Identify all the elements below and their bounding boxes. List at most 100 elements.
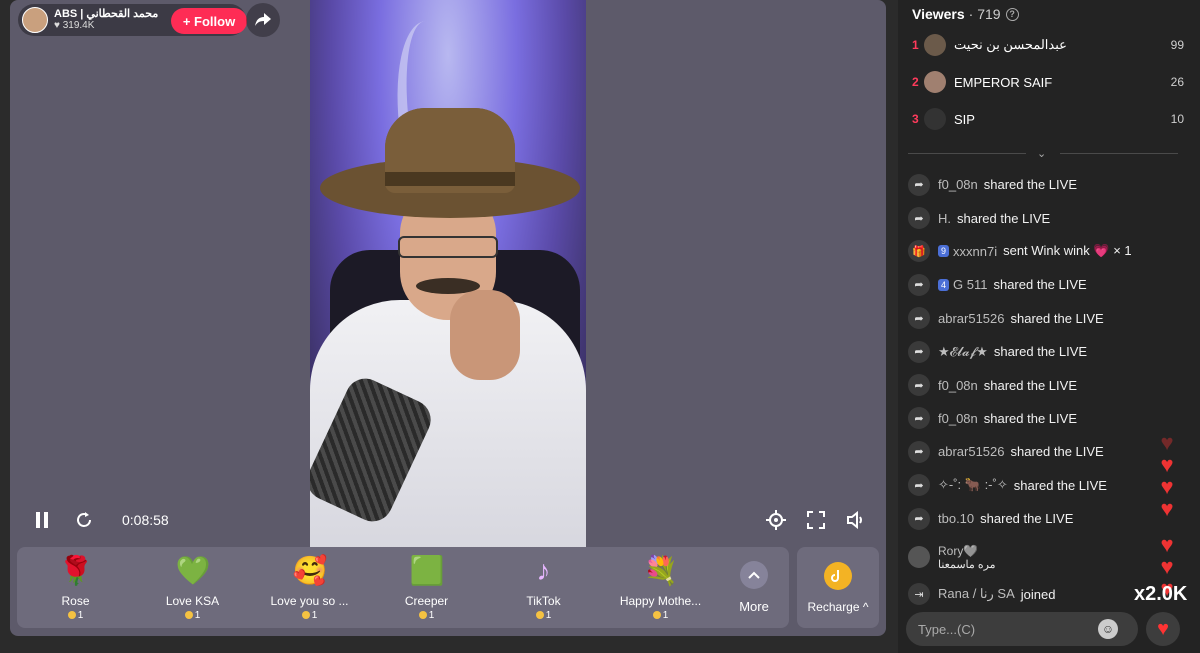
heart-icon: ♥: [1160, 474, 1174, 499]
viewer-rank: 1: [912, 38, 919, 52]
fullscreen-icon: [807, 511, 825, 529]
chat-username[interactable]: ★𝓔𝓵𝓪𝓯★: [938, 344, 988, 360]
level-badge: 4: [938, 278, 950, 291]
chat-username[interactable]: xxxnn7i: [953, 244, 997, 259]
host-profile[interactable]: ABS | محمد القحطاني ♥ 319.4K + Follow: [18, 4, 247, 36]
commenter-avatar[interactable]: [908, 546, 930, 569]
chat-action: shared the LIVE: [957, 210, 1051, 226]
viewer-rank: 3: [912, 112, 919, 126]
chat-username[interactable]: abrar51526: [938, 444, 1005, 459]
gift-happy-mothers[interactable]: 💐 Happy Mothe... 1: [602, 554, 719, 621]
host-likes-count: 319.4K: [62, 20, 95, 31]
chat-username[interactable]: f0_08n: [938, 411, 978, 426]
heart-icon: ♥: [54, 20, 60, 31]
refresh-icon: [77, 512, 91, 527]
chat-username[interactable]: H.: [938, 211, 951, 226]
gift-price: 1: [652, 610, 668, 621]
pause-button[interactable]: [30, 508, 54, 532]
chat-username[interactable]: f0_08n: [938, 177, 978, 192]
gift-name: Rose: [61, 594, 90, 608]
share-icon: ➦: [908, 207, 930, 230]
gift-price: 1: [67, 610, 83, 621]
chat-action: joined: [1020, 586, 1056, 602]
chat-username[interactable]: ✧-˚: 🐂 :-˚✧: [938, 477, 1008, 493]
heart-icon: ♥: [1160, 554, 1174, 579]
tiktok-icon: ♪: [536, 555, 551, 586]
smiling-face-hearts-icon: 🥰: [292, 555, 328, 586]
view-controls: [764, 508, 868, 532]
viewer-name: SIP: [954, 111, 975, 127]
chat-username[interactable]: tbo.10: [938, 511, 974, 526]
chat-action: shared the LIVE: [993, 277, 1087, 293]
chat-username[interactable]: f0_08n: [938, 378, 978, 393]
gift-tiktok[interactable]: ♪ TikTok 1: [485, 554, 602, 621]
share-icon: ➦: [908, 173, 930, 196]
gift-name: Love KSA: [165, 594, 220, 608]
host-likes: ♥ 319.4K: [54, 20, 158, 32]
divider: [1060, 153, 1178, 154]
gift-name: TikTok: [526, 594, 561, 608]
rose-icon: 🌹: [58, 555, 94, 586]
viewers-header: Viewers · 719 ?: [912, 6, 1019, 22]
gift-creeper[interactable]: 🟩 Creeper 1: [368, 554, 485, 621]
viewer-rank: 2: [912, 75, 919, 89]
follow-button[interactable]: + Follow: [171, 8, 247, 34]
like-multiplier: x2.0K: [1134, 583, 1188, 605]
heart-icon: ♥: [1160, 532, 1174, 557]
fullscreen-button[interactable]: [804, 508, 828, 532]
more-gifts-button[interactable]: More: [719, 561, 789, 614]
heart-icon: ♥: [1157, 617, 1169, 640]
host-avatar[interactable]: [22, 7, 48, 33]
share-icon: ➦: [908, 374, 930, 397]
top-viewer-row[interactable]: 1 عبدالمحسن بن نحيت 99: [912, 33, 1184, 57]
gift-price: 1: [535, 610, 551, 621]
live-video[interactable]: [310, 0, 586, 547]
top-viewer-row[interactable]: 3 SIP 10: [912, 107, 1184, 131]
gift-name: Love you so ...: [270, 594, 349, 608]
chat-action: shared the LIVE: [1013, 477, 1107, 493]
chat-username[interactable]: Rory🩶: [938, 544, 996, 558]
chat-username[interactable]: Rana / رنا SA: [938, 586, 1015, 602]
gift-love-you-so[interactable]: 🥰 Love you so ... 1: [251, 554, 368, 621]
settings-icon: [766, 510, 786, 530]
divider: [908, 153, 1026, 154]
recharge-button[interactable]: Recharge ^: [797, 547, 879, 628]
gift-bar: 🌹 Rose 1 💚 Love KSA 1 🥰 Love you so ... …: [17, 547, 789, 628]
volume-icon: [847, 511, 862, 529]
help-icon[interactable]: ?: [1005, 7, 1019, 21]
gift-rose[interactable]: 🌹 Rose 1: [17, 554, 134, 621]
gift-love-ksa[interactable]: 💚 Love KSA 1: [134, 554, 251, 621]
chat-username[interactable]: G 511: [953, 277, 987, 292]
host-name[interactable]: ABS | محمد القحطاني: [54, 8, 158, 20]
heart-icon: ♥: [1160, 452, 1174, 477]
pause-icon: [36, 512, 48, 528]
share-icon: ➦: [908, 440, 930, 463]
chat-action: shared the LIVE: [983, 410, 1077, 426]
live-player: ABS | محمد القحطاني ♥ 319.4K + Follow 0:…: [10, 0, 886, 636]
chat-username[interactable]: abrar51526: [938, 311, 1005, 326]
volume-button[interactable]: [844, 508, 868, 532]
side-panel: Viewers · 719 ? 1 عبدالمحسن بن نحيت 99 2…: [898, 0, 1200, 653]
emoji-icon[interactable]: ☺: [1098, 619, 1118, 639]
mustache-filter: [416, 278, 480, 294]
top-viewer-row[interactable]: 2 EMPEROR SAIF 26: [912, 70, 1184, 94]
chat-action: shared the LIVE: [1010, 444, 1104, 460]
more-label: More: [739, 599, 769, 614]
chat-input-container: ☺: [906, 612, 1138, 646]
chat-input[interactable]: [918, 621, 1098, 637]
settings-button[interactable]: [764, 508, 788, 532]
gift-name: Creeper: [404, 594, 449, 608]
share-icon: ➦: [908, 307, 930, 330]
like-button[interactable]: ♥: [1146, 612, 1180, 646]
coin-icon: [652, 611, 661, 620]
heart-icon: ♥: [1160, 496, 1174, 521]
refresh-button[interactable]: [72, 508, 96, 532]
expand-viewers-icon[interactable]: ⌄: [1037, 147, 1046, 160]
streamer-hand: [450, 290, 520, 380]
share-button[interactable]: [246, 3, 280, 37]
viewer-score: 26: [1170, 75, 1184, 89]
share-icon: ➦: [908, 507, 930, 530]
share-icon: ➦: [908, 474, 930, 497]
viewers-count: · 719: [968, 6, 1001, 22]
bouquet-heart-icon: 💐: [643, 555, 679, 586]
